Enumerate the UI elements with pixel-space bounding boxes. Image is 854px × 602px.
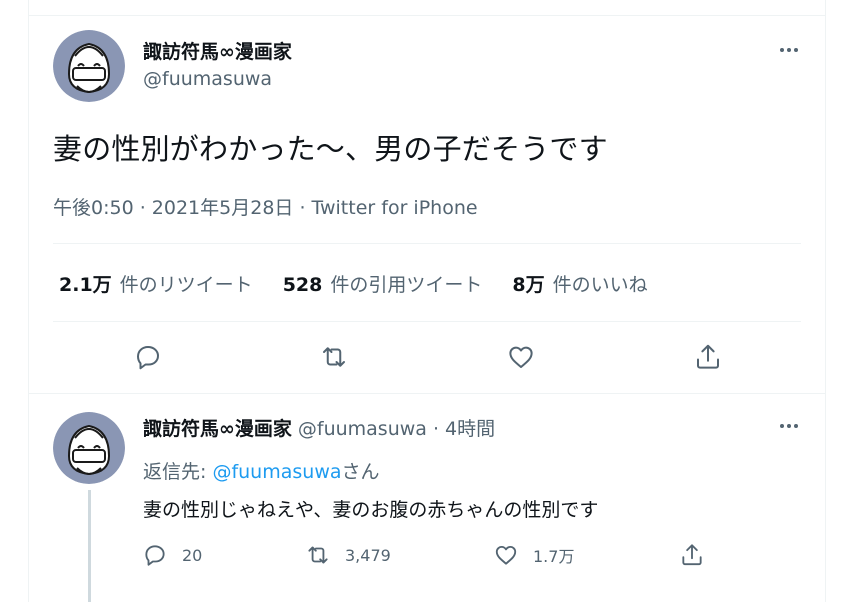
tweet-actions [29, 340, 825, 376]
reply-header: 諏訪符馬∞漫画家 @fuumasuwa · 4時間 [143, 414, 495, 441]
tweet-timestamp[interactable]: 午後0:50 · 2021年5月28日 [53, 197, 293, 219]
divider [53, 321, 801, 322]
more-options-button[interactable] [775, 40, 803, 60]
share-icon [697, 344, 719, 369]
reply-retweet-button[interactable]: 3,479 [305, 542, 391, 568]
like-icon [495, 545, 517, 565]
share-button[interactable] [693, 342, 723, 372]
divider [53, 243, 801, 244]
reply-author-avatar[interactable] [53, 412, 125, 484]
avatar-face-icon [53, 412, 125, 484]
dot-icon [780, 424, 784, 428]
reply-icon [145, 545, 165, 566]
tweet-source[interactable]: Twitter for iPhone [312, 197, 478, 219]
top-divider [29, 15, 825, 16]
quote-label: 件の引用ツイート [330, 274, 483, 296]
replying-suffix: さん [341, 461, 380, 483]
retweet-button[interactable] [319, 342, 349, 372]
reply-retweet-count: 3,479 [345, 545, 391, 565]
dot-icon [780, 48, 784, 52]
meta-separator: · [293, 197, 312, 219]
dot-icon [794, 424, 798, 428]
replying-mention-link[interactable]: @fuumasuwa [212, 461, 341, 483]
retweet-stat[interactable]: 2.1万 件のリツイート [59, 270, 253, 297]
quote-stat[interactable]: 528 件の引用ツイート [283, 270, 483, 297]
reply-icon [137, 346, 159, 370]
quote-count: 528 [282, 274, 323, 296]
reply-like-count: 1.7万 [533, 547, 575, 566]
avatar-face-icon [53, 30, 125, 102]
author-avatar[interactable] [53, 30, 125, 102]
tweet-stats: 2.1万 件のリツイート 528 件の引用ツイート 8万 件のいいね [59, 270, 648, 297]
timeline-frame: 諏訪符馬∞漫画家 @fuumasuwa 妻の性別がわかった〜、男の子だそうです … [28, 0, 826, 602]
author-display-name[interactable]: 諏訪符馬∞漫画家 [143, 37, 292, 64]
reply-reply-button[interactable]: 20 [142, 542, 202, 568]
reply-button[interactable] [133, 342, 163, 372]
reply-share-button[interactable] [679, 542, 705, 568]
reply-time[interactable]: · 4時間 [427, 418, 495, 440]
retweet-label: 件のリツイート [119, 274, 253, 296]
retweet-icon [308, 546, 328, 564]
reply-more-options-button[interactable] [775, 416, 803, 436]
replying-to: 返信先: @fuumasuwaさん [143, 457, 380, 484]
like-button[interactable] [506, 342, 536, 372]
author-handle[interactable]: @fuumasuwa [143, 68, 272, 90]
thread-line [88, 490, 91, 602]
like-stat[interactable]: 8万 件のいいね [512, 270, 647, 297]
share-icon [682, 544, 702, 566]
tweet-text: 妻の性別がわかった〜、男の子だそうです [53, 132, 608, 166]
replying-prefix: 返信先: [143, 461, 213, 483]
reply-reply-count: 20 [182, 545, 203, 565]
like-icon [509, 346, 533, 368]
reply-author-display-name[interactable]: 諏訪符馬∞漫画家 [143, 418, 292, 440]
dot-icon [794, 48, 798, 52]
reply-author-handle[interactable]: @fuumasuwa [298, 418, 427, 440]
like-label: 件のいいね [552, 274, 648, 296]
dot-icon [787, 424, 791, 428]
tweet-separator [29, 393, 825, 394]
tweet-meta: 午後0:50 · 2021年5月28日 · Twitter for iPhone [53, 193, 478, 220]
like-count: 8万 [512, 274, 545, 296]
reply-like-button[interactable]: 1.7万 [493, 542, 574, 568]
retweet-count: 2.1万 [59, 274, 112, 296]
reply-text: 妻の性別じゃねえや、妻のお腹の赤ちゃんの性別です [143, 499, 599, 521]
dot-icon [787, 48, 791, 52]
retweet-icon [323, 347, 345, 367]
